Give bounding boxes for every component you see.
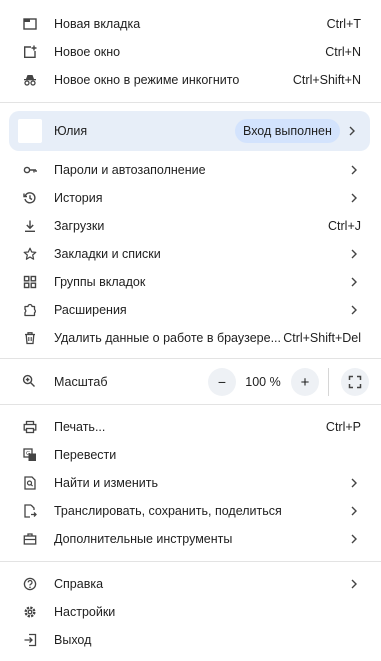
toolbox-icon: [22, 531, 38, 547]
menu-item-print[interactable]: Печать... Ctrl+P: [0, 413, 381, 441]
chevron-right-icon: [349, 192, 359, 204]
menu-item-clear-data[interactable]: Удалить данные о работе в браузере... Ct…: [0, 324, 381, 352]
chevron-right-icon: [349, 248, 359, 260]
fullscreen-button[interactable]: [341, 368, 369, 396]
settings-icon: [22, 604, 38, 620]
zoom-out-button[interactable]: −: [208, 368, 236, 396]
find-icon: [22, 475, 38, 491]
divider: [0, 358, 381, 359]
chevron-right-icon: [349, 304, 359, 316]
menu-item-history[interactable]: История: [0, 184, 381, 212]
menu-item-settings[interactable]: Настройки: [0, 598, 381, 626]
menu-item-label: Перевести: [54, 448, 117, 462]
menu-item-cast-save-share[interactable]: Транслировать, сохранить, поделиться: [0, 497, 381, 525]
menu-item-label: Удалить данные о работе в браузере...: [54, 331, 281, 345]
menu-item-downloads[interactable]: Загрузки Ctrl+J: [0, 212, 381, 240]
menu-item-exit[interactable]: Выход: [0, 626, 381, 654]
zoom-in-button[interactable]: +: [291, 368, 319, 396]
divider: [0, 404, 381, 405]
menu-item-incognito[interactable]: Новое окно в режиме инкогнито Ctrl+Shift…: [0, 66, 381, 94]
menu-item-help[interactable]: Справка: [0, 570, 381, 598]
chevron-right-icon: [349, 505, 359, 517]
shortcut-text: Ctrl+Shift+Del: [283, 331, 361, 345]
chevron-right-icon: [349, 533, 359, 545]
menu-item-label: Печать...: [54, 420, 106, 434]
menu-item-label: Загрузки: [54, 219, 105, 233]
menu-item-label: Новое окно: [54, 45, 121, 59]
menu-item-label: Пароли и автозаполнение: [54, 163, 206, 177]
print-icon: [22, 419, 38, 435]
svg-text:G: G: [26, 451, 30, 457]
trash-icon: [22, 330, 38, 346]
menu-item-label: Настройки: [54, 605, 116, 619]
menu-item-label: Новое окно в режиме инкогнито: [54, 73, 240, 87]
fullscreen-icon: [348, 375, 362, 389]
menu-item-label: Справка: [54, 577, 104, 591]
zoom-value: 100 %: [245, 375, 281, 389]
menu-item-new-window[interactable]: Новое окно Ctrl+N: [0, 38, 381, 66]
shortcut-text: Ctrl+N: [325, 45, 361, 59]
menu-item-label: Новая вкладка: [54, 17, 141, 31]
shortcut-text: Ctrl+J: [328, 219, 361, 233]
divider: [0, 102, 381, 103]
menu-item-label: Расширения: [54, 303, 127, 317]
signed-in-badge: Вход выполнен: [235, 119, 340, 143]
cast-icon: [22, 503, 38, 519]
zoom-label: Масштаб: [54, 375, 108, 389]
menu-item-label: История: [54, 191, 103, 205]
menu-item-more-tools[interactable]: Дополнительные инструменты: [0, 525, 381, 553]
translate-icon: G: [22, 447, 38, 463]
chrome-main-menu: Новая вкладка Ctrl+T Новое окно Ctrl+N Н…: [0, 0, 381, 661]
menu-item-label: Выход: [54, 633, 92, 647]
help-icon: [22, 576, 38, 592]
new-tab-icon: [22, 16, 38, 32]
divider: [0, 561, 381, 562]
profile-row[interactable]: Юлия Вход выполнен: [9, 111, 370, 151]
menu-item-tab-groups[interactable]: Группы вкладок: [0, 268, 381, 296]
menu-item-label: Закладки и списки: [54, 247, 161, 261]
exit-icon: [22, 632, 38, 648]
menu-item-extensions[interactable]: Расширения: [0, 296, 381, 324]
history-icon: [22, 190, 38, 206]
menu-item-new-tab[interactable]: Новая вкладка Ctrl+T: [0, 10, 381, 38]
zoom-icon: [22, 374, 38, 390]
chevron-right-icon: [349, 578, 359, 590]
chevron-right-icon: [349, 164, 359, 176]
menu-item-label: Группы вкладок: [54, 275, 146, 289]
menu-item-passwords[interactable]: Пароли и автозаполнение: [0, 156, 381, 184]
minus-icon: −: [217, 374, 227, 390]
avatar: [18, 119, 42, 143]
new-window-icon: [22, 44, 38, 60]
incognito-icon: [22, 72, 38, 88]
profile-name: Юлия: [54, 124, 88, 138]
download-icon: [22, 218, 38, 234]
plus-icon: +: [300, 373, 310, 391]
zoom-divider: [328, 368, 329, 396]
menu-item-label: Найти и изменить: [54, 476, 158, 490]
zoom-row: Масштаб − 100 % +: [0, 366, 381, 398]
menu-item-translate[interactable]: G Перевести: [0, 441, 381, 469]
menu-item-label: Дополнительные инструменты: [54, 532, 233, 546]
shortcut-text: Ctrl+P: [325, 420, 361, 434]
extension-icon: [22, 302, 38, 318]
shortcut-text: Ctrl+T: [326, 17, 361, 31]
tab-groups-icon: [22, 274, 38, 290]
menu-item-find[interactable]: Найти и изменить: [0, 469, 381, 497]
chevron-right-icon: [349, 477, 359, 489]
star-icon: [22, 246, 38, 262]
menu-item-label: Транслировать, сохранить, поделиться: [54, 504, 282, 518]
key-icon: [22, 162, 38, 178]
menu-item-bookmarks[interactable]: Закладки и списки: [0, 240, 381, 268]
shortcut-text: Ctrl+Shift+N: [292, 73, 361, 87]
chevron-right-icon: [349, 276, 359, 288]
chevron-right-icon: [347, 125, 357, 137]
